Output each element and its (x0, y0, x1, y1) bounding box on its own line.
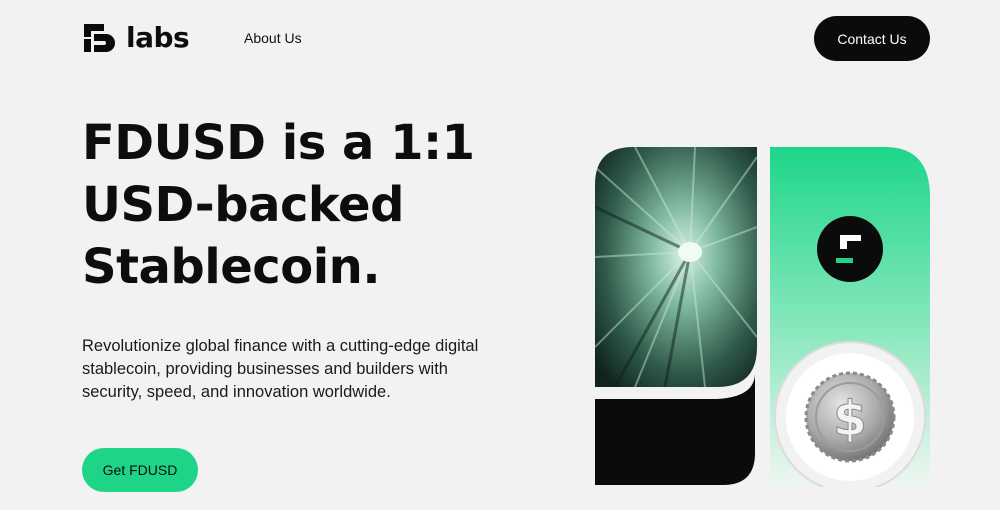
brand-logo[interactable]: labs (82, 21, 190, 54)
tunnel-image (595, 147, 757, 387)
get-fdusd-button[interactable]: Get FDUSD (82, 448, 198, 492)
black-panel (595, 373, 755, 485)
brand-name: labs (126, 21, 190, 54)
dollar-coin-icon: $ (774, 341, 926, 487)
fd-logo-icon (84, 24, 115, 52)
hero-description: Revolutionize global finance with a cutt… (82, 337, 479, 401)
headline-line: USD-backed (82, 177, 404, 233)
svg-text:$: $ (833, 391, 866, 447)
contact-us-button[interactable]: Contact Us (814, 16, 930, 61)
nav-about-us-link[interactable]: About Us (244, 30, 302, 46)
headline-line: FDUSD is a 1:1 (82, 115, 475, 171)
top-navigation: labs About Us Contact Us (0, 0, 1000, 78)
hero-artwork: $ (595, 147, 935, 487)
fdusd-token-icon (817, 216, 883, 282)
headline-line: Stablecoin. (82, 239, 381, 295)
hero-headline: FDUSD is a 1:1 USD-backed Stablecoin. (82, 112, 522, 298)
